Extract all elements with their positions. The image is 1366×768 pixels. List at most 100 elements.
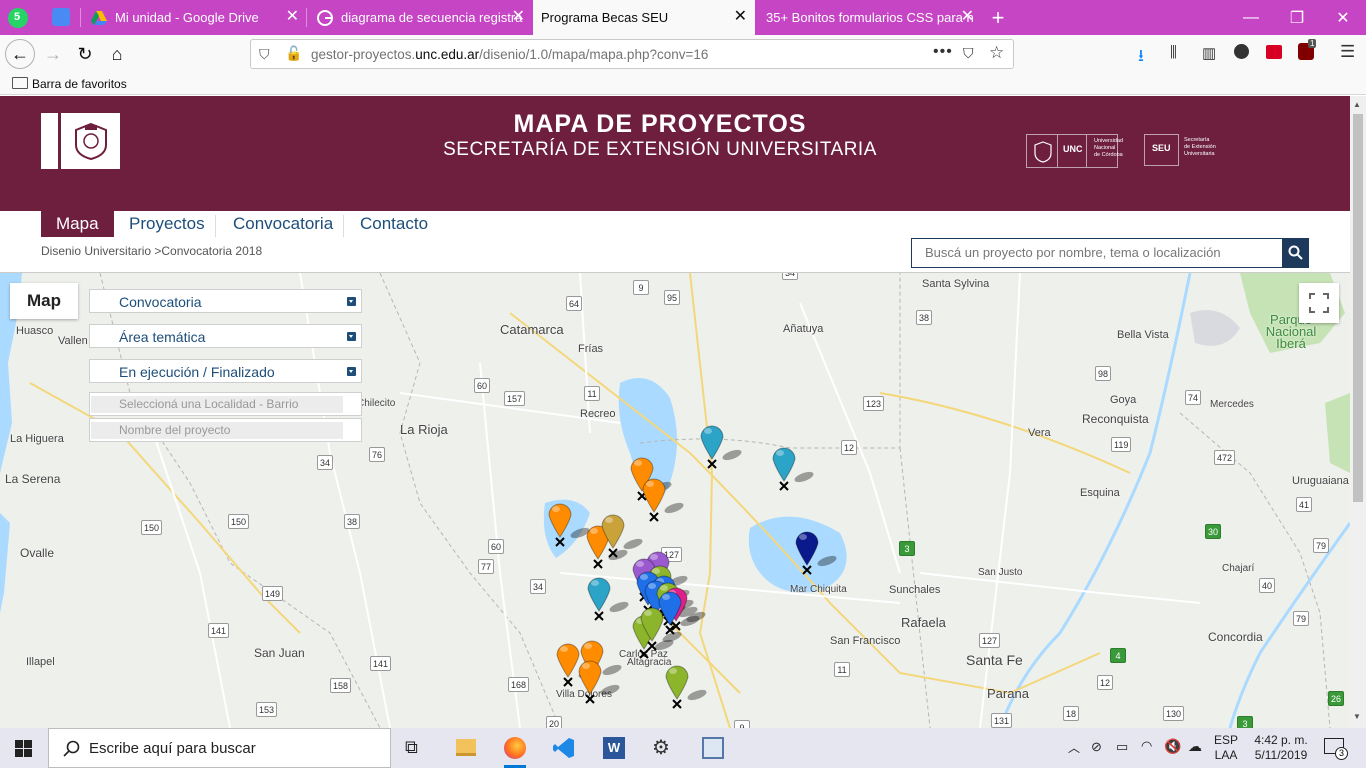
- forward-button[interactable]: →: [38, 39, 68, 69]
- google-translate-icon[interactable]: [52, 8, 70, 26]
- unc-abbr: UNC: [1063, 144, 1083, 154]
- province-border: [379, 273, 561, 728]
- scroll-down-arrow-icon[interactable]: ▼: [1353, 712, 1361, 721]
- close-icon[interactable]: ✕: [512, 9, 525, 25]
- chevron-up-icon[interactable]: ︿: [1068, 739, 1080, 756]
- network-off-icon[interactable]: ⊘: [1091, 739, 1102, 755]
- battery-icon[interactable]: ▭: [1116, 739, 1128, 755]
- unc-crest-logo[interactable]: [41, 113, 120, 169]
- clock[interactable]: 4:42 p. m. 5/11/2019: [1246, 733, 1316, 763]
- volume-muted-icon[interactable]: 🔇: [1164, 738, 1181, 755]
- tab-programa-becas[interactable]: Programa Becas SEU ✕: [533, 0, 755, 35]
- project-marker-pin[interactable]: [698, 419, 746, 471]
- route-shield: 20: [546, 716, 563, 728]
- vscode-icon[interactable]: [553, 737, 575, 759]
- word-icon[interactable]: W: [603, 737, 625, 759]
- whatsapp-icon[interactable]: 5: [8, 8, 28, 28]
- url-text[interactable]: gestor-proyectos.unc.edu.ar/disenio/1.0/…: [311, 47, 708, 62]
- map-place-label: Goya: [1110, 394, 1137, 406]
- map-place-label: Santa Fe: [966, 652, 1023, 668]
- project-name-input[interactable]: Nombre del proyecto: [89, 418, 362, 442]
- close-icon[interactable]: ✕: [961, 9, 974, 25]
- map-place-label: Santa Sylvina: [922, 278, 990, 290]
- filter-estado-select[interactable]: En ejecución / Finalizado: [89, 359, 362, 383]
- settings-gear-icon[interactable]: ⚙: [652, 735, 670, 760]
- tab-google-drive[interactable]: Mi unidad - Google Drive ✕: [81, 0, 307, 35]
- select-label: Convocatoria: [119, 294, 202, 310]
- project-marker-pin[interactable]: [576, 654, 624, 706]
- filter-convocatoria-select[interactable]: Convocatoria: [89, 289, 362, 313]
- project-marker-pin[interactable]: [585, 571, 633, 623]
- scrollbar-thumb[interactable]: [1353, 114, 1363, 502]
- menu-item-proyectos[interactable]: Proyectos: [114, 211, 220, 237]
- route-shield: 158: [330, 678, 352, 693]
- menu-item-convocatoria[interactable]: Convocatoria: [218, 211, 348, 237]
- route-shield: 12: [1097, 675, 1114, 690]
- firefox-icon[interactable]: [504, 737, 526, 759]
- account-icon[interactable]: [1234, 44, 1249, 59]
- back-button[interactable]: ←: [5, 39, 35, 69]
- unc-logo[interactable]: UNC Universidad Nacional de Córdoba: [1026, 134, 1123, 168]
- minimize-button[interactable]: —: [1228, 0, 1274, 35]
- menu-item-contacto[interactable]: Contacto: [345, 211, 443, 237]
- project-name-placeholder: Nombre del proyecto: [91, 422, 343, 439]
- bookmark-star-icon[interactable]: ☆: [989, 43, 1004, 63]
- file-explorer-icon[interactable]: [456, 739, 476, 756]
- address-bar[interactable]: ⛉ 🔓 gestor-proyectos.unc.edu.ar/disenio/…: [250, 39, 1014, 69]
- restore-button[interactable]: ❐: [1274, 0, 1320, 35]
- ublock-icon[interactable]: 1: [1298, 39, 1317, 60]
- chevron-down-icon: [347, 332, 356, 341]
- page-actions-icon[interactable]: •••: [933, 43, 953, 61]
- close-window-button[interactable]: ✕: [1320, 0, 1366, 35]
- locality-input[interactable]: Seleccioná una Localidad - Barrio: [89, 392, 362, 416]
- page-scrollbar[interactable]: ▲ ▼: [1350, 96, 1366, 728]
- project-search-input[interactable]: Buscá un proyecto por nombre, tema o loc…: [911, 238, 1283, 268]
- wifi-icon[interactable]: ◠: [1141, 738, 1152, 754]
- taskbar-search-box[interactable]: Escribe aquí para buscar: [48, 728, 391, 768]
- tab-formularios-css[interactable]: 35+ Bonitos formularios CSS para n ✕: [756, 0, 982, 35]
- action-center-icon[interactable]: 3: [1324, 738, 1348, 760]
- search-button[interactable]: [1282, 238, 1309, 268]
- layout-code: LAA: [1214, 748, 1238, 762]
- unc-text-line: Universidad: [1094, 138, 1124, 144]
- windows-start-icon[interactable]: [15, 740, 32, 757]
- onedrive-icon[interactable]: ☁: [1188, 738, 1202, 755]
- close-icon[interactable]: ✕: [286, 9, 299, 25]
- route-shield: 98: [1095, 366, 1112, 381]
- map-canvas[interactable]: Santa Sylvina Parque Nacional Iberá Huasco…: [0, 273, 1350, 728]
- home-button[interactable]: ⌂: [102, 39, 132, 69]
- project-marker-pin[interactable]: [640, 472, 688, 524]
- project-marker-pin[interactable]: [638, 601, 686, 653]
- tab-diagrama[interactable]: diagrama de secuencia registra ✕: [307, 0, 533, 35]
- reload-button[interactable]: ↻: [70, 39, 100, 69]
- map-type-button[interactable]: Map: [10, 283, 78, 319]
- project-marker-pin[interactable]: [793, 525, 841, 577]
- project-marker-pin[interactable]: [770, 441, 818, 493]
- library-icon[interactable]: ⫼: [1170, 44, 1177, 61]
- fullscreen-button[interactable]: [1299, 283, 1339, 323]
- route-shield: 34: [782, 273, 799, 280]
- pocket-icon[interactable]: ⛉: [963, 45, 974, 62]
- shield-icon[interactable]: ⛉: [259, 46, 270, 63]
- close-icon[interactable]: ✕: [734, 9, 747, 25]
- route-shield: 168: [508, 677, 530, 692]
- menu-item-mapa[interactable]: Mapa: [41, 211, 114, 237]
- task-view-icon[interactable]: ⧉: [405, 737, 418, 758]
- download-icon[interactable]: ⭳: [1138, 43, 1144, 72]
- lastpass-icon[interactable]: [1266, 45, 1282, 59]
- lock-warning-icon[interactable]: 🔓: [285, 45, 302, 62]
- hamburger-menu-icon[interactable]: ☰: [1340, 42, 1355, 62]
- chevron-down-icon: [347, 297, 356, 306]
- sidebar-icon[interactable]: ▥: [1202, 44, 1216, 62]
- scroll-up-arrow-icon[interactable]: ▲: [1353, 100, 1361, 109]
- route-shield: 40: [1259, 578, 1276, 593]
- whatsapp-badge: 5: [14, 11, 21, 23]
- bookmarks-folder-label[interactable]: Barra de favoritos: [32, 77, 127, 91]
- new-tab-button[interactable]: +: [982, 0, 1014, 35]
- network-app-icon[interactable]: [702, 737, 724, 759]
- filter-area-tematica-select[interactable]: Área temática: [89, 324, 362, 348]
- seu-logo[interactable]: SEU Secretaría de Extensión Universitari…: [1144, 134, 1224, 168]
- project-marker-pin[interactable]: [663, 659, 711, 711]
- seu-abbr: SEU: [1152, 143, 1171, 153]
- language-indicator[interactable]: ESP LAA: [1214, 733, 1238, 763]
